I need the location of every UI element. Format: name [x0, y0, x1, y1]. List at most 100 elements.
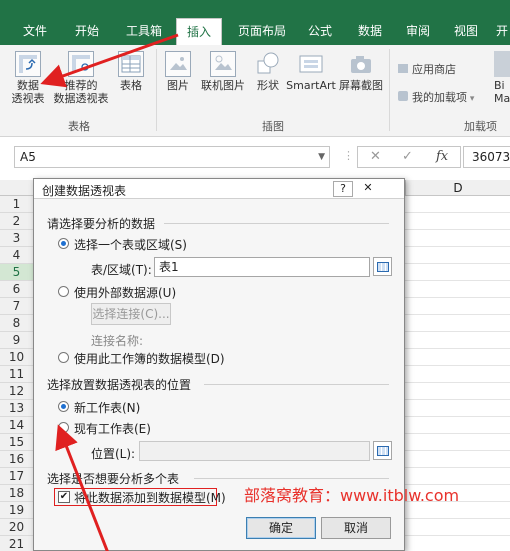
- chevron-down-icon[interactable]: ▼: [318, 147, 325, 167]
- row-header[interactable]: 11: [0, 366, 34, 383]
- app-store-button[interactable]: 应用商店: [398, 61, 456, 77]
- tab-toolbox[interactable]: 工具箱: [118, 18, 170, 45]
- range-field-label: 表/区域(T):: [91, 263, 152, 277]
- add-to-data-model-checkbox[interactable]: ✔: [58, 491, 70, 503]
- row-header[interactable]: 10: [0, 349, 34, 366]
- group-label-tables: 表格: [68, 120, 90, 133]
- name-box[interactable]: A5 ▼: [14, 146, 330, 168]
- tab-page-layout[interactable]: 页面布局: [230, 18, 294, 45]
- bing-icon: [494, 51, 510, 77]
- recommended-pivot-button[interactable]: 推荐的 数据透视表: [50, 51, 112, 105]
- row-header[interactable]: 3: [0, 230, 34, 247]
- dialog-title: 创建数据透视表: [42, 184, 127, 198]
- row-header[interactable]: 20: [0, 519, 34, 536]
- bing-maps-button[interactable]: Bi Ma: [494, 51, 510, 105]
- divider: [164, 223, 389, 224]
- row-header[interactable]: 17: [0, 468, 34, 485]
- range-picker-button[interactable]: [373, 257, 392, 276]
- help-button[interactable]: ?: [333, 181, 353, 197]
- online-picture-icon: [210, 51, 236, 77]
- row-header[interactable]: 1: [0, 196, 34, 213]
- formula-input[interactable]: 36073: [463, 146, 510, 168]
- row-header[interactable]: 14: [0, 417, 34, 434]
- tab-review[interactable]: 审阅: [398, 18, 438, 45]
- row-header[interactable]: 12: [0, 383, 34, 400]
- row-header[interactable]: 6: [0, 281, 34, 298]
- connection-name-label: 连接名称:: [91, 334, 144, 348]
- row-header[interactable]: 5: [0, 264, 34, 281]
- location-input[interactable]: [139, 441, 370, 461]
- tab-data[interactable]: 数据: [348, 18, 392, 45]
- divider: [204, 384, 389, 385]
- row-header[interactable]: 15: [0, 434, 34, 451]
- row-header[interactable]: 4: [0, 247, 34, 264]
- shapes-label: 形状: [257, 79, 279, 92]
- tab-file[interactable]: 文件: [14, 18, 56, 45]
- app-store-label: 应用商店: [412, 63, 456, 76]
- range-picker-icon: [377, 262, 389, 272]
- tab-formulas[interactable]: 公式: [300, 18, 340, 45]
- divider: [194, 478, 389, 479]
- select-all-corner[interactable]: [0, 180, 34, 196]
- table-label: 表格: [120, 79, 142, 92]
- pivot-label-line2: 透视表: [11, 92, 45, 105]
- column-header-d[interactable]: D: [405, 180, 510, 196]
- tab-insert[interactable]: 插入: [176, 18, 222, 45]
- name-box-value: A5: [20, 150, 36, 164]
- radio-external-source[interactable]: [58, 286, 69, 297]
- location-picker-icon: [377, 446, 389, 456]
- cancel-icon[interactable]: ✕: [370, 149, 381, 164]
- screenshot-button[interactable]: 屏幕截图: [336, 51, 386, 92]
- tab-home[interactable]: 开始: [66, 18, 108, 45]
- smartart-button[interactable]: SmartArt: [286, 51, 336, 92]
- row-header[interactable]: 9: [0, 332, 34, 349]
- title-bar: [0, 0, 510, 18]
- radio-select-range-label: 选择一个表或区域(S): [74, 238, 187, 252]
- online-picture-button[interactable]: 联机图片: [198, 51, 248, 92]
- camera-icon: [348, 51, 374, 77]
- radio-data-model[interactable]: [58, 352, 69, 363]
- table-button[interactable]: 表格: [114, 51, 148, 92]
- drag-handle-icon[interactable]: ⋮: [343, 149, 354, 162]
- formula-bar: A5 ▼ ⋮ ✕ ✓ fx 36073: [0, 137, 510, 175]
- shapes-button[interactable]: 形状: [250, 51, 286, 92]
- radio-new-sheet-label: 新工作表(N): [74, 401, 141, 415]
- row-header[interactable]: 8: [0, 315, 34, 332]
- row-header[interactable]: 2: [0, 213, 34, 230]
- range-input[interactable]: 表1: [154, 257, 370, 277]
- row-header[interactable]: 21: [0, 536, 34, 551]
- location-field-label: 位置(L):: [91, 447, 136, 461]
- my-addins-button[interactable]: 我的加载项 ▾: [398, 89, 474, 105]
- group-separator: [389, 49, 390, 131]
- ok-button[interactable]: 确定: [246, 517, 316, 539]
- tab-view[interactable]: 视图: [444, 18, 488, 45]
- radio-new-sheet[interactable]: [58, 401, 69, 412]
- row-header[interactable]: 18: [0, 485, 34, 502]
- group-label-illustrations: 插图: [262, 120, 284, 133]
- radio-existing-sheet[interactable]: [58, 422, 69, 433]
- row-header[interactable]: 16: [0, 451, 34, 468]
- fx-icon[interactable]: fx: [436, 149, 448, 164]
- table-icon: [118, 51, 144, 77]
- recommended-pivot-label-line1: 推荐的: [64, 79, 98, 92]
- picture-button[interactable]: 图片: [160, 51, 196, 92]
- radio-select-range[interactable]: [58, 238, 69, 249]
- choose-connection-button[interactable]: 选择连接(C)...: [91, 303, 171, 325]
- pivot-label-line1: 数据: [17, 79, 39, 92]
- radio-data-model-label: 使用此工作簿的数据模型(D): [74, 352, 225, 366]
- pivot-table-button[interactable]: 数据 透视表: [8, 51, 48, 105]
- bing-label-line1: Bi: [494, 79, 505, 92]
- group-label-addins: 加载项: [464, 120, 497, 133]
- row-header[interactable]: 13: [0, 400, 34, 417]
- tab-overflow[interactable]: 开: [494, 18, 510, 45]
- pivot-table-icon: [15, 51, 41, 77]
- enter-icon[interactable]: ✓: [402, 149, 413, 164]
- row-header[interactable]: 19: [0, 502, 34, 519]
- close-button[interactable]: ✕: [358, 181, 378, 197]
- my-addins-label: 我的加载项: [412, 91, 467, 104]
- location-picker-button[interactable]: [373, 441, 392, 460]
- cancel-button[interactable]: 取消: [321, 517, 391, 539]
- row-header[interactable]: 7: [0, 298, 34, 315]
- puzzle-icon: [398, 91, 408, 101]
- recommended-pivot-icon: [68, 51, 94, 77]
